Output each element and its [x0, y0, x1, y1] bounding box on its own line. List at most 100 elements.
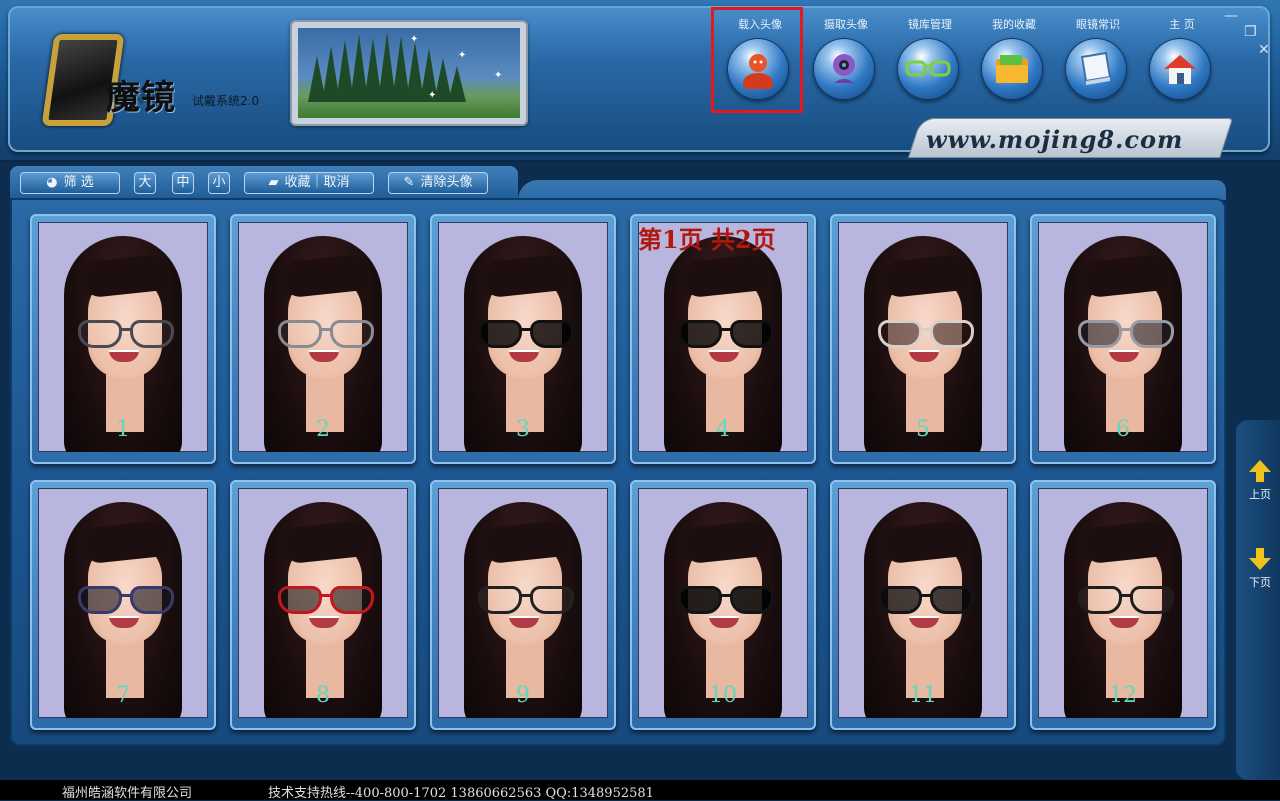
try-on-photo: 3 [438, 222, 608, 452]
clear-avatar-button[interactable]: ✎ 清除头像 [388, 172, 488, 194]
filter-button[interactable]: ◕ 筛 选 [20, 172, 120, 194]
folder-icon [981, 38, 1043, 100]
favorite-toggle-button[interactable]: ▰ 收藏｜取消 [244, 172, 374, 194]
page-indicator: 第1页 共2页 [638, 225, 776, 254]
logo-reflection: 魔镜 [106, 86, 166, 105]
glasses-card[interactable]: 11 [830, 480, 1016, 730]
glasses-overlay [1078, 320, 1174, 350]
glasses-card[interactable]: 10 [630, 480, 816, 730]
nav-label: 载入头像 [738, 18, 782, 31]
try-on-photo: 4 [638, 222, 808, 452]
glasses-card[interactable]: 2 [230, 214, 416, 464]
clear-avatar-label: 清除头像 [420, 175, 473, 190]
panel-top-edge [518, 180, 1226, 200]
my-favorites-button[interactable]: 我的收藏 [972, 14, 1056, 114]
card-number: 2 [316, 417, 330, 442]
glasses-card[interactable]: 12 [1030, 480, 1216, 730]
glasses-overlay [1078, 586, 1174, 616]
next-page-label: 下页 [1249, 576, 1271, 589]
book-icon [1065, 38, 1127, 100]
glasses-card[interactable]: 5 [830, 214, 1016, 464]
try-on-photo: 10 [638, 488, 808, 718]
glasses-overlay [278, 320, 374, 350]
glasses-card[interactable]: 1 [30, 214, 216, 464]
glasses-knowledge-button[interactable]: 眼镜常识 [1056, 14, 1140, 114]
card-number: 4 [716, 417, 730, 442]
glasses-overlay [78, 320, 174, 350]
try-on-photo: 12 [1038, 488, 1208, 718]
minimize-icon[interactable]: — [1224, 8, 1238, 24]
size-small-label: 小 [212, 175, 226, 190]
glasses-overlay [278, 586, 374, 616]
try-on-photo: 7 [38, 488, 208, 718]
nav-label: 镜库管理 [908, 18, 952, 31]
filter-label: 筛 选 [63, 175, 94, 190]
glasses-card[interactable]: 6 [1030, 214, 1216, 464]
try-on-photo: 9 [438, 488, 608, 718]
size-small-button[interactable]: 小 [208, 172, 230, 194]
next-page-button[interactable]: 下页 [1242, 548, 1278, 590]
try-on-photo: 2 [238, 222, 408, 452]
glasses-card[interactable]: 9 [430, 480, 616, 730]
try-on-photo: 6 [1038, 222, 1208, 452]
nav-label: 我的收藏 [992, 18, 1036, 31]
favorite-label: 收藏｜取消 [284, 175, 350, 190]
nav-label: 眼镜常识 [1076, 18, 1120, 31]
glasses-overlay [678, 320, 774, 350]
home-icon [1149, 38, 1211, 100]
glasses-card[interactable]: 7 [30, 480, 216, 730]
prev-page-label: 上页 [1249, 488, 1271, 501]
glasses-overlay [478, 320, 574, 350]
nav-label: 摄取头像 [824, 18, 868, 31]
glasses-overlay [878, 586, 974, 616]
try-on-photo: 1 [38, 222, 208, 452]
close-icon[interactable]: ✕ [1258, 42, 1270, 58]
window-controls: — ❐ ✕ [1220, 8, 1270, 58]
arrow-up-icon [1249, 460, 1271, 472]
prev-page-button[interactable]: 上页 [1242, 460, 1278, 502]
card-number: 11 [909, 683, 937, 708]
card-number: 12 [1109, 683, 1137, 708]
card-number: 7 [116, 683, 130, 708]
glasses-card[interactable]: 3 [430, 214, 616, 464]
glasses-overlay [78, 586, 174, 616]
status-footer: 福州皓涵软件有限公司 技术支持热线--400-800-1702 13860662… [0, 780, 1280, 801]
restore-icon[interactable]: ❐ [1244, 24, 1257, 40]
arrow-down-icon [1249, 558, 1271, 570]
try-on-photo: 5 [838, 222, 1008, 452]
pie-chart-icon: ◕ [46, 175, 58, 190]
main-nav: 载入头像 摄取头像 镜库管理 我的收藏 眼镜常识 主 页 [718, 14, 1218, 114]
glasses-overlay [478, 586, 574, 616]
glasses-icon [897, 38, 959, 100]
website-url: www.mojing8.com [926, 125, 1184, 154]
load-avatar-button[interactable]: 载入头像 [718, 14, 802, 114]
home-button[interactable]: 主 页 [1140, 14, 1224, 114]
try-on-photo: 8 [238, 488, 408, 718]
side-pagination: 上页 下页 [1236, 420, 1280, 780]
glasses-overlay [678, 586, 774, 616]
folder-icon: ▰ [268, 175, 279, 190]
card-number: 8 [316, 683, 330, 708]
app-logo: 魔镜 魔镜 试戴系统2.0 [40, 28, 270, 138]
card-number: 10 [709, 683, 737, 708]
header: 魔镜 魔镜 试戴系统2.0 ✦ ✦ ✦ ✦ 载入头像 摄取头像 镜库管理 我的收… [0, 0, 1280, 162]
card-number: 6 [1116, 417, 1130, 442]
glasses-library-button[interactable]: 镜库管理 [888, 14, 972, 114]
size-medium-label: 中 [176, 175, 190, 190]
glasses-card[interactable]: 8 [230, 480, 416, 730]
card-number: 1 [116, 417, 130, 442]
card-number: 3 [516, 417, 530, 442]
forest-landscape-image: ✦ ✦ ✦ ✦ [298, 28, 520, 118]
nav-label: 主 页 [1169, 18, 1195, 31]
size-large-button[interactable]: 大 [134, 172, 156, 194]
webcam-icon [813, 38, 875, 100]
try-on-photo: 11 [838, 488, 1008, 718]
banner-image: ✦ ✦ ✦ ✦ [290, 20, 528, 126]
support-hotline: 技术支持热线--400-800-1702 13860662563 QQ:1348… [268, 786, 654, 801]
toolbar: ◕ 筛 选 大 中 小 ▰ 收藏｜取消 ✎ 清除头像 [10, 166, 518, 198]
glasses-overlay [878, 320, 974, 350]
size-medium-button[interactable]: 中 [172, 172, 194, 194]
capture-avatar-button[interactable]: 摄取头像 [804, 14, 888, 114]
card-number: 9 [516, 683, 530, 708]
broom-icon: ✎ [403, 175, 415, 190]
